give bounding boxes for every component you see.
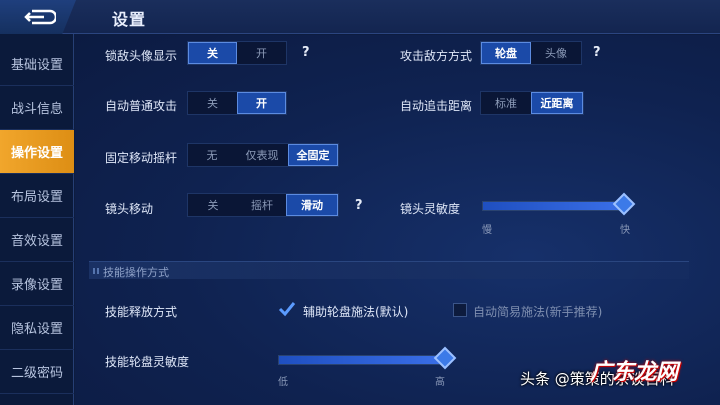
camera-sensitivity-min-label: 慢	[482, 225, 492, 236]
skill-release-label: 技能释放方式	[105, 305, 178, 319]
camera-move-help-icon[interactable]: ?	[355, 198, 363, 213]
camera-move-toggle: 关 摇杆 滑动	[187, 193, 339, 217]
sidebar-item-privacy[interactable]: 隐私设置	[0, 306, 74, 350]
camera-move-off-option[interactable]: 关	[188, 194, 238, 216]
skill-wheel-sensitivity-min-label: 低	[278, 377, 288, 388]
skill-wheel-sensitivity-max-label: 高	[435, 377, 445, 388]
lock-avatar-off-option[interactable]: 关	[188, 42, 238, 64]
sidebar-item-controls[interactable]: 操作设置	[0, 130, 74, 174]
chase-distance-label: 自动追击距离	[400, 99, 473, 113]
back-arrow-icon	[24, 9, 56, 25]
camera-sensitivity-fill	[483, 202, 624, 210]
settings-panel: 锁敌头像显示 关 开 ? 攻击敌方方式 轮盘 头像 ? 自动普通攻击 关 开 自…	[75, 35, 720, 405]
auto-attack-label: 自动普通攻击	[105, 99, 178, 113]
attack-mode-label: 攻击敌方方式	[400, 49, 473, 63]
skill-section-title: 技能操作方式	[103, 266, 169, 279]
checkmark-icon[interactable]	[278, 301, 296, 317]
fixed-joystick-full-option[interactable]: 全固定	[288, 144, 338, 166]
skill-wheel-sensitivity-fill	[279, 356, 445, 364]
section-marker-icon	[93, 268, 99, 274]
sidebar-item-basic[interactable]: 基础设置	[0, 42, 74, 86]
sidebar-item-secondary-password[interactable]: 二级密码	[0, 350, 74, 394]
skill-section-header: 技能操作方式	[89, 261, 689, 279]
sidebar: 基础设置 战斗信息 操作设置 布局设置 音效设置 录像设置 隐私设置 二级密码	[0, 34, 74, 405]
camera-sensitivity-max-label: 快	[620, 225, 630, 236]
chase-distance-standard-option[interactable]: 标准	[481, 92, 531, 114]
lock-avatar-label: 锁敌头像显示	[105, 49, 178, 63]
auto-attack-toggle: 关 开	[187, 91, 287, 115]
attack-mode-help-icon[interactable]: ?	[593, 45, 601, 60]
top-bar: 设置	[0, 0, 720, 34]
lock-avatar-help-icon[interactable]: ?	[302, 45, 310, 60]
sidebar-item-battle-info[interactable]: 战斗信息	[0, 86, 74, 130]
chase-distance-close-option[interactable]: 近距离	[531, 92, 583, 114]
lock-avatar-toggle: 关 开	[187, 41, 287, 65]
attack-mode-avatar-option[interactable]: 头像	[531, 42, 581, 64]
camera-move-swipe-option[interactable]: 滑动	[286, 194, 338, 216]
skill-release-simple-checkbox[interactable]	[453, 303, 467, 317]
page-title: 设置	[112, 10, 147, 29]
camera-sensitivity-thumb[interactable]	[612, 192, 636, 216]
skill-wheel-sensitivity-slider[interactable]	[278, 346, 457, 370]
lock-avatar-on-option[interactable]: 开	[237, 42, 286, 64]
watermark-logo: 广东龙网	[590, 360, 679, 385]
sidebar-item-sound[interactable]: 音效设置	[0, 218, 74, 262]
attack-mode-wheel-option[interactable]: 轮盘	[481, 42, 531, 64]
sidebar-item-layout[interactable]: 布局设置	[0, 174, 74, 218]
skill-release-simple-option[interactable]: 自动简易施法(新手推荐)	[473, 303, 602, 320]
camera-sensitivity-slider[interactable]	[482, 192, 636, 216]
back-button[interactable]	[0, 0, 76, 34]
skill-wheel-sensitivity-thumb[interactable]	[433, 346, 457, 370]
attack-mode-toggle: 轮盘 头像	[480, 41, 582, 65]
skill-release-assist-option[interactable]: 辅助轮盘施法(默认)	[303, 303, 408, 320]
camera-sensitivity-label: 镜头灵敏度	[400, 202, 461, 216]
chase-distance-toggle: 标准 近距离	[480, 91, 584, 115]
camera-move-joystick-option[interactable]: 摇杆	[238, 194, 286, 216]
fixed-joystick-toggle: 无 仅表现 全固定	[187, 143, 339, 167]
fixed-joystick-none-option[interactable]: 无	[188, 144, 236, 166]
sidebar-item-replay[interactable]: 录像设置	[0, 262, 74, 306]
fixed-joystick-label: 固定移动摇杆	[105, 151, 178, 165]
auto-attack-on-option[interactable]: 开	[236, 92, 286, 114]
skill-wheel-sensitivity-label: 技能轮盘灵敏度	[105, 355, 190, 369]
camera-move-label: 镜头移动	[105, 202, 154, 216]
auto-attack-off-option[interactable]: 关	[188, 92, 237, 114]
fixed-joystick-visual-option[interactable]: 仅表现	[236, 144, 288, 166]
